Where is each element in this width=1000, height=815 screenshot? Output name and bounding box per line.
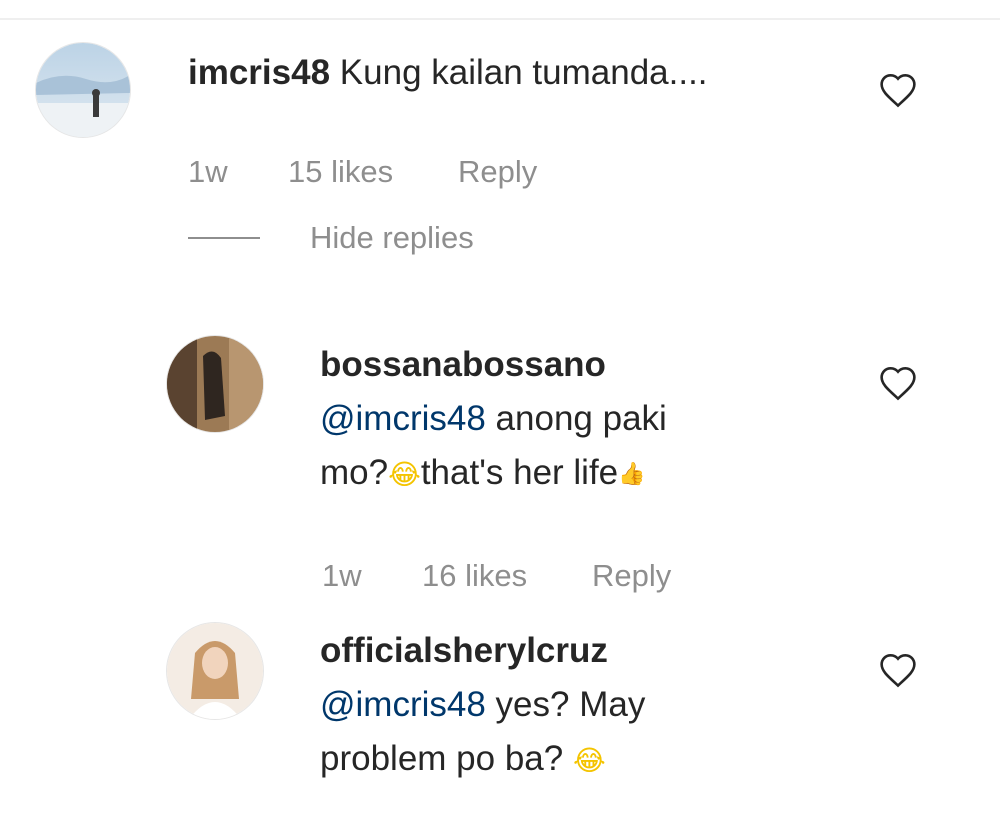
avatar[interactable] (166, 622, 264, 720)
reply-body: officialsherylcruz @imcris48 yes? May pr… (320, 624, 840, 788)
reply-text: mo? (320, 453, 389, 492)
thumbs-up-emoji-icon: 👍 (618, 461, 646, 487)
reply-text: anong paki (485, 399, 667, 438)
reply-text: that's her life (420, 453, 619, 492)
avatar[interactable] (166, 335, 264, 433)
divider (0, 18, 1000, 20)
heart-outline-icon[interactable] (878, 72, 918, 108)
reply-text: yes? May (485, 685, 646, 724)
comment-username[interactable]: imcris48 (188, 53, 330, 92)
reply-body: bossanabossano @imcris48 anong paki mo?😂… (320, 338, 840, 502)
reply-text: problem po ba? (320, 739, 573, 778)
heart-outline-icon[interactable] (878, 365, 918, 401)
hide-replies-label: Hide replies (310, 220, 474, 255)
mention-link[interactable]: @imcris48 (320, 399, 486, 438)
heart-outline-icon[interactable] (878, 652, 918, 688)
reply-username[interactable]: officialsherylcruz (320, 631, 608, 670)
avatar[interactable] (35, 42, 131, 138)
comment-time[interactable]: 1w (188, 154, 288, 190)
mention-link[interactable]: @imcris48 (320, 685, 486, 724)
comment-meta: 1w 15 likes Reply (188, 154, 537, 190)
hide-replies-button[interactable]: Hide replies (188, 220, 474, 256)
reply-username[interactable]: bossanabossano (320, 345, 606, 384)
reply-button[interactable]: Reply (592, 558, 671, 594)
replies-dash (188, 237, 260, 239)
laughing-emoji-icon: 😂 (572, 743, 606, 777)
instagram-comments-panel: imcris48 Kung kailan tumanda.... 1w 15 l… (0, 0, 1000, 815)
reply-time[interactable]: 1w (322, 558, 422, 594)
comment-likes[interactable]: 15 likes (288, 154, 458, 190)
reply-likes[interactable]: 16 likes (422, 558, 592, 594)
comment-body: imcris48 Kung kailan tumanda.... (188, 46, 708, 100)
reply-button[interactable]: Reply (458, 154, 537, 190)
comment-text: Kung kailan tumanda.... (339, 53, 708, 92)
laughing-emoji-icon: 😂 (388, 457, 421, 491)
reply-meta: 1w 16 likes Reply (322, 558, 671, 594)
